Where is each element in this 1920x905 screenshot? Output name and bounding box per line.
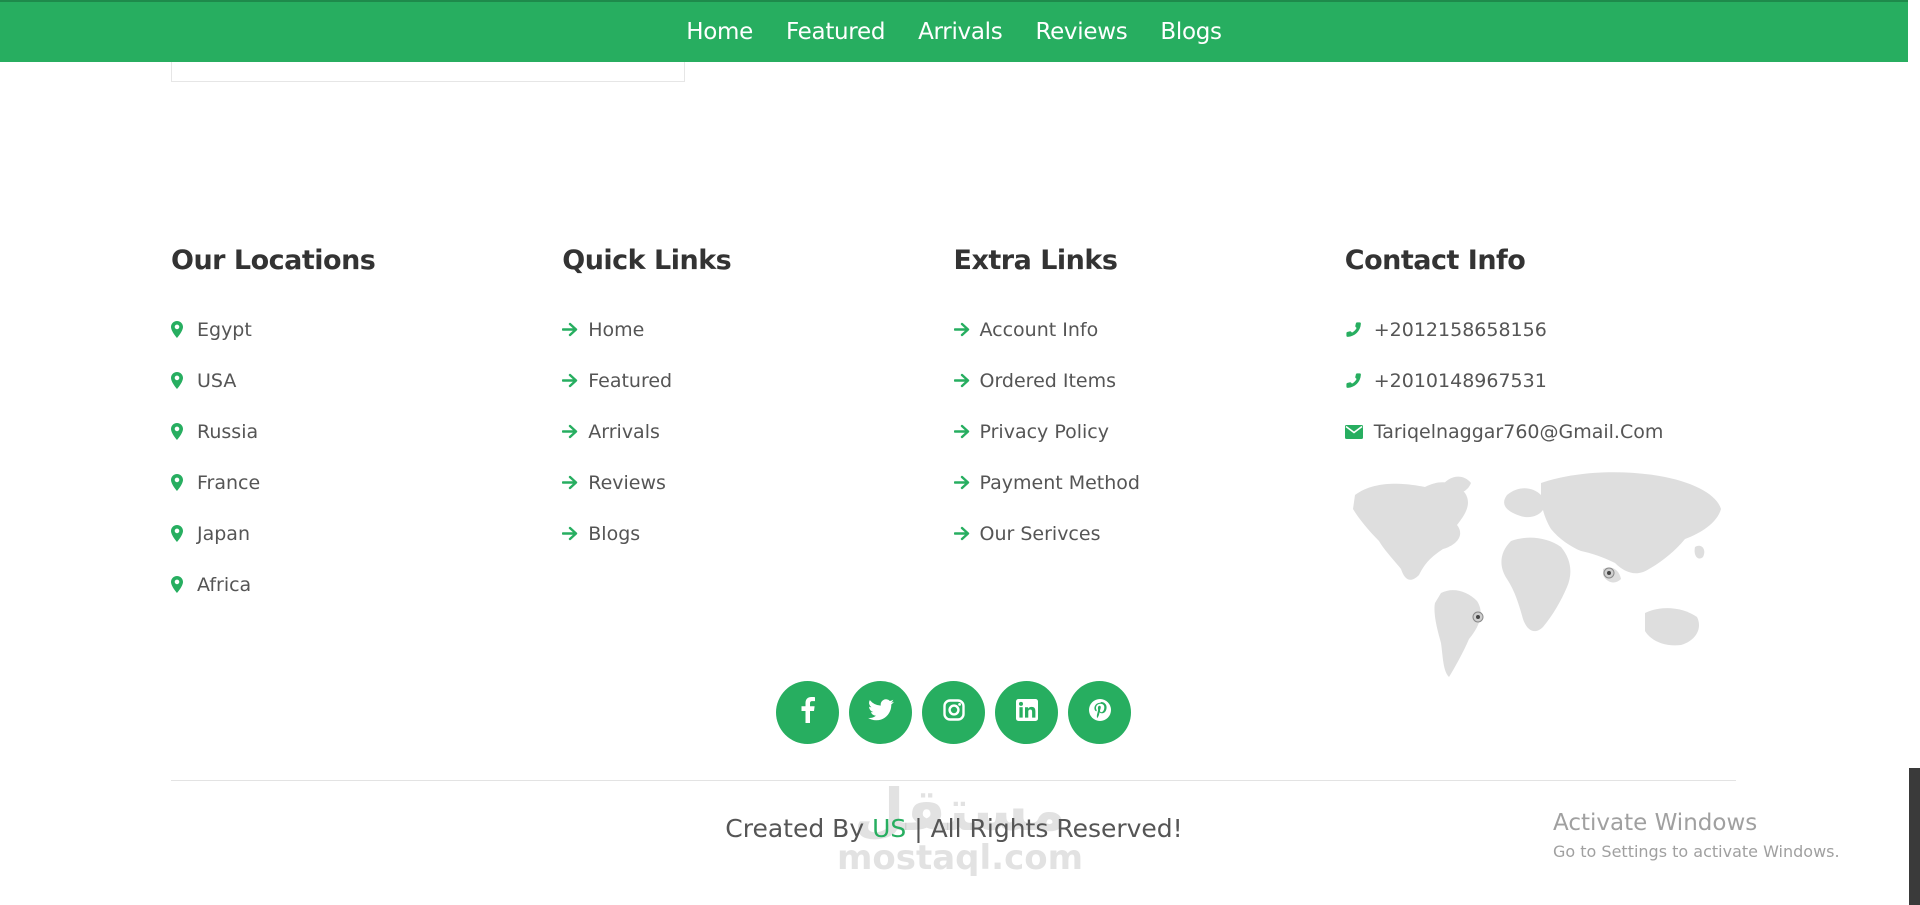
arrow-right-icon xyxy=(562,475,588,490)
credit-brand-link[interactable]: US xyxy=(872,814,906,843)
pinterest-button[interactable] xyxy=(1068,681,1131,744)
linkedin-button[interactable] xyxy=(995,681,1058,744)
phone-number: +2010148967531 xyxy=(1373,369,1547,392)
extra-link-label: Payment Method xyxy=(979,471,1140,494)
arrow-right-icon xyxy=(953,424,980,439)
contact-heading: Contact Info xyxy=(1344,245,1526,276)
credit-prefix: Created By xyxy=(725,814,865,843)
location-item[interactable]: Russia xyxy=(171,406,562,457)
nav-home[interactable]: Home xyxy=(686,19,753,45)
top-navbar: Home Featured Arrivals Reviews Blogs xyxy=(0,0,1908,62)
arrow-right-icon xyxy=(953,475,980,490)
quick-link-label: Blogs xyxy=(588,522,641,545)
phone-number: +2012158658156 xyxy=(1373,318,1547,341)
map-marker-icon xyxy=(171,372,197,389)
arrow-right-icon xyxy=(562,322,588,337)
twitter-button[interactable] xyxy=(849,681,912,744)
world-map-image xyxy=(1352,472,1721,677)
quick-link-label: Home xyxy=(588,318,645,341)
extra-link[interactable]: Ordered Items xyxy=(953,355,1345,406)
nav-arrivals[interactable]: Arrivals xyxy=(918,19,1003,45)
map-marker-icon xyxy=(171,423,197,440)
quick-link[interactable]: Reviews xyxy=(562,457,953,508)
facebook-button[interactable] xyxy=(776,681,839,744)
content-card-edge xyxy=(171,62,685,82)
location-label: Egypt xyxy=(197,318,252,341)
phone-icon xyxy=(1345,372,1374,389)
extra-link[interactable]: Account Info xyxy=(953,304,1345,355)
arrow-right-icon xyxy=(562,526,588,541)
location-item[interactable]: USA xyxy=(171,355,562,406)
email-address: Tariqelnaggar760@Gmail.Com xyxy=(1373,420,1664,443)
activation-title: Activate Windows xyxy=(1553,810,1758,836)
extra-link-label: Our Serivces xyxy=(979,522,1101,545)
extra-links-heading: Extra Links xyxy=(953,245,1118,276)
location-item[interactable]: Japan xyxy=(171,508,562,559)
location-label: USA xyxy=(197,369,237,392)
social-links xyxy=(776,681,1131,744)
arrow-right-icon xyxy=(953,322,980,337)
pinterest-icon xyxy=(1088,698,1112,727)
map-marker-icon xyxy=(171,576,197,593)
windows-activation-notice: Activate Windows Go to Settings to activ… xyxy=(1553,810,1840,861)
locations-heading: Our Locations xyxy=(171,245,376,276)
location-label: Africa xyxy=(197,573,252,596)
facebook-icon xyxy=(801,697,815,728)
phone-icon xyxy=(1345,321,1374,338)
quick-links-heading: Quick Links xyxy=(562,245,732,276)
twitter-icon xyxy=(867,699,894,726)
nav-featured[interactable]: Featured xyxy=(786,19,885,45)
quick-link[interactable]: Featured xyxy=(562,355,953,406)
arrow-right-icon xyxy=(562,373,588,388)
arrow-right-icon xyxy=(953,526,980,541)
contact-phone-2[interactable]: +2010148967531 xyxy=(1345,355,1736,406)
footer-columns: Our Locations Egypt USA Russia France Ja… xyxy=(171,245,1736,685)
extra-link[interactable]: Payment Method xyxy=(953,457,1345,508)
instagram-icon xyxy=(942,699,965,726)
nav-reviews[interactable]: Reviews xyxy=(1035,19,1127,45)
quick-link-label: Reviews xyxy=(588,471,666,494)
extra-link[interactable]: Our Serivces xyxy=(953,508,1345,559)
watermark-latin: mostaql.com xyxy=(836,838,1084,878)
location-item[interactable]: Egypt xyxy=(171,304,562,355)
map-marker-icon xyxy=(171,525,197,542)
arrow-right-icon xyxy=(953,373,980,388)
extra-link[interactable]: Privacy Policy xyxy=(953,406,1345,457)
map-marker-icon xyxy=(171,321,197,338)
locations-column: Our Locations Egypt USA Russia France Ja… xyxy=(171,245,562,685)
quick-link-label: Arrivals xyxy=(588,420,660,443)
contact-email[interactable]: Tariqelnaggar760@Gmail.Com xyxy=(1344,406,1736,457)
location-label: Russia xyxy=(197,420,259,443)
envelope-icon xyxy=(1344,424,1374,439)
instagram-button[interactable] xyxy=(922,681,985,744)
quick-link-label: Featured xyxy=(588,369,673,392)
location-item[interactable]: Africa xyxy=(171,559,562,610)
credit-suffix: | All Rights Reserved! xyxy=(914,814,1183,843)
location-label: France xyxy=(197,471,261,494)
map-marker-icon xyxy=(171,474,197,491)
extra-link-label: Ordered Items xyxy=(979,369,1117,392)
quick-link[interactable]: Home xyxy=(562,304,953,355)
quick-link[interactable]: Blogs xyxy=(562,508,953,559)
nav-blogs[interactable]: Blogs xyxy=(1160,19,1222,45)
extra-link-label: Privacy Policy xyxy=(979,420,1109,443)
activation-subtitle: Go to Settings to activate Windows. xyxy=(1553,842,1840,861)
extra-link-label: Account Info xyxy=(979,318,1099,341)
contact-column: Contact Info +2012158658156 +20101489675… xyxy=(1344,245,1736,685)
extra-links-column: Extra Links Account Info Ordered Items P… xyxy=(953,245,1345,685)
quick-link[interactable]: Arrivals xyxy=(562,406,953,457)
arrow-right-icon xyxy=(562,424,588,439)
location-label: Japan xyxy=(197,522,250,545)
contact-phone-1[interactable]: +2012158658156 xyxy=(1345,304,1736,355)
quick-links-column: Quick Links Home Featured Arrivals Revie… xyxy=(562,245,953,685)
scrollbar-thumb[interactable] xyxy=(1909,768,1920,905)
linkedin-icon xyxy=(1015,699,1038,726)
location-item[interactable]: France xyxy=(171,457,562,508)
